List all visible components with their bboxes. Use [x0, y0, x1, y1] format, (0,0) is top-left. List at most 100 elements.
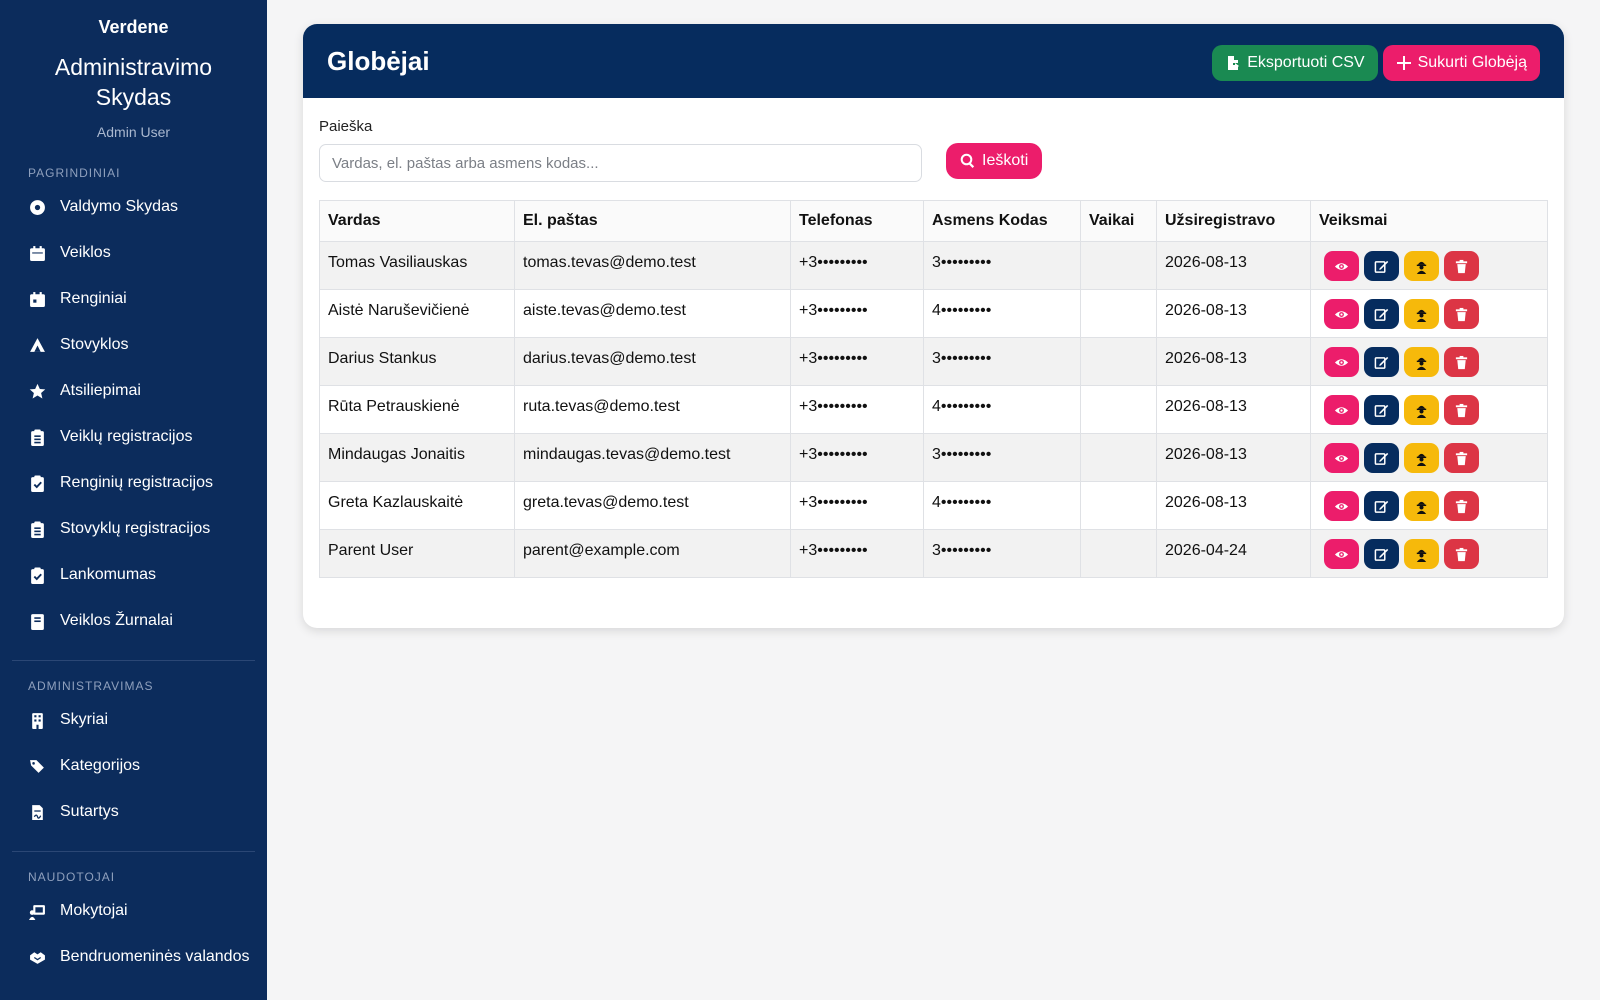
cell-personal-code: 3••••••••• — [923, 241, 1081, 290]
page-title: Globėjai — [327, 45, 430, 76]
cell-name: Parent User — [319, 529, 515, 578]
cell-phone: +3••••••••• — [790, 241, 924, 290]
column-header-registered[interactable]: Užsiregistravo — [1156, 200, 1311, 242]
sidebar-item-veiklos-zurnalai[interactable]: Veiklos Žurnalai — [0, 598, 267, 644]
cell-children — [1080, 481, 1157, 530]
column-header-children[interactable]: Vaikai — [1080, 200, 1157, 242]
sidebar-item-label: Skyriai — [60, 711, 109, 728]
sidebar-item-renginiai[interactable]: Renginiai — [0, 276, 267, 322]
sidebar-item-atsiliepimai[interactable]: Atsiliepimai — [0, 368, 267, 414]
sidebar-item-kategorijos[interactable]: Kategorijos — [0, 743, 267, 789]
user-secret-icon — [1416, 309, 1427, 322]
delete-button[interactable] — [1444, 299, 1479, 329]
user-secret-button[interactable] — [1404, 251, 1439, 281]
cell-email: tomas.tevas@demo.test — [514, 241, 791, 290]
column-header-phone[interactable]: Telefonas — [790, 200, 924, 242]
view-button[interactable] — [1324, 395, 1359, 425]
sidebar-item-veiklu-registracijos[interactable]: Veiklų registracijos — [0, 414, 267, 460]
trash-icon — [1455, 307, 1468, 321]
delete-button[interactable] — [1444, 491, 1479, 521]
edit-button[interactable] — [1364, 299, 1399, 329]
cell-phone: +3••••••••• — [790, 529, 924, 578]
sidebar-item-valdymo-skydas[interactable]: Valdymo Skydas — [0, 184, 267, 230]
create-guardian-button[interactable]: Sukurti Globėją — [1382, 45, 1540, 81]
sidebar-item-mokytojai[interactable]: Mokytojai — [0, 888, 267, 934]
header-actions: Eksportuoti CSV Sukurti Globėją — [1212, 45, 1540, 81]
delete-button[interactable] — [1444, 395, 1479, 425]
view-button[interactable] — [1324, 251, 1359, 281]
column-header-personal-code[interactable]: Asmens Kodas — [923, 200, 1081, 242]
brand-logo[interactable]: Verdene — [0, 0, 267, 38]
user-secret-button[interactable] — [1404, 395, 1439, 425]
delete-button[interactable] — [1444, 347, 1479, 377]
sidebar-item-stovyklu-registracijos[interactable]: Stovyklų registracijos — [0, 506, 267, 552]
view-button[interactable] — [1324, 347, 1359, 377]
column-header-name[interactable]: Vardas — [319, 200, 515, 242]
sidebar-item-renginiu-registracijos[interactable]: Renginių registracijos — [0, 460, 267, 506]
view-button[interactable] — [1324, 539, 1359, 569]
sidebar-item-sutartys[interactable]: Sutartys — [0, 789, 267, 835]
sidebar-section-label: PAGRINDINIAI — [28, 166, 121, 180]
eye-icon — [1334, 310, 1349, 318]
user-secret-button[interactable] — [1404, 299, 1439, 329]
sidebar-item-bendruomenines-valandos[interactable]: Bendruomeninės valandos — [0, 934, 267, 980]
cell-actions — [1310, 241, 1548, 290]
table-row: Rūta Petrauskienė ruta.tevas@demo.test +3•… — [319, 385, 1548, 434]
cell-registered: 2026-08-13 — [1156, 337, 1311, 386]
trash-icon — [1455, 355, 1468, 369]
card-header: Globėjai Eksportuoti CSV Sukurti Globėją — [303, 24, 1564, 98]
user-secret-button[interactable] — [1404, 443, 1439, 473]
delete-button[interactable] — [1444, 443, 1479, 473]
cell-actions — [1310, 385, 1548, 434]
sidebar-item-label: Veiklų registracijos — [60, 428, 193, 445]
table-row: Mindaugas Jonaitis mindaugas.tevas@demo.t… — [319, 433, 1548, 482]
cell-registered: 2026-04-24 — [1156, 529, 1311, 578]
delete-button[interactable] — [1444, 251, 1479, 281]
column-header-email[interactable]: El. paštas — [514, 200, 791, 242]
eye-icon — [1334, 262, 1349, 270]
edit-button[interactable] — [1364, 539, 1399, 569]
edit-button[interactable] — [1364, 251, 1399, 281]
user-secret-icon — [1416, 405, 1427, 418]
user-secret-button[interactable] — [1404, 347, 1439, 377]
guardians-card: Globėjai Eksportuoti CSV Sukurti Globėją… — [303, 24, 1564, 628]
trash-icon — [1455, 403, 1468, 417]
cell-personal-code: 3••••••••• — [923, 337, 1081, 386]
cell-name: Greta Kazlauskaitė — [319, 481, 515, 530]
user-secret-button[interactable] — [1404, 539, 1439, 569]
sidebar-item-veiklos[interactable]: Veiklos — [0, 230, 267, 276]
search-button[interactable]: Ieškoti — [946, 143, 1043, 179]
cell-registered: 2026-08-13 — [1156, 241, 1311, 290]
view-button[interactable] — [1324, 491, 1359, 521]
view-button[interactable] — [1324, 299, 1359, 329]
sidebar-divider — [12, 851, 255, 852]
sidebar-item-stovyklos[interactable]: Stovyklos — [0, 322, 267, 368]
export-csv-label: Eksportuoti CSV — [1247, 54, 1365, 71]
sidebar-item-label: Stovyklų registracijos — [60, 520, 211, 537]
cell-children — [1080, 337, 1157, 386]
delete-button[interactable] — [1444, 539, 1479, 569]
export-csv-button[interactable]: Eksportuoti CSV — [1212, 45, 1378, 81]
edit-button[interactable] — [1364, 395, 1399, 425]
user-secret-button[interactable] — [1404, 491, 1439, 521]
sidebar-item-label: Bendruomeninės valandos — [60, 948, 250, 965]
edit-button[interactable] — [1364, 491, 1399, 521]
edit-button[interactable] — [1364, 347, 1399, 377]
calendar-day-icon — [28, 290, 46, 308]
sidebar-item-label: Kategorijos — [60, 757, 141, 774]
table-row: Darius Stankus darius.tevas@demo.test +3••… — [319, 337, 1548, 386]
edit-button[interactable] — [1364, 443, 1399, 473]
sidebar-section-label: ADMINISTRAVIMAS — [28, 679, 154, 693]
search-input[interactable] — [319, 144, 922, 182]
create-guardian-label: Sukurti Globėją — [1417, 54, 1527, 71]
sidebar-item-label: Mokytojai — [60, 902, 128, 919]
view-button[interactable] — [1324, 443, 1359, 473]
cell-name: Tomas Vasiliauskas — [319, 241, 515, 290]
sidebar-item-skyriai[interactable]: Skyriai — [0, 697, 267, 743]
sidebar-divider — [12, 660, 255, 661]
sidebar-item-lankomumas[interactable]: Lankomumas — [0, 552, 267, 598]
clipboard-check-icon — [28, 474, 46, 492]
cell-phone: +3••••••••• — [790, 337, 924, 386]
cell-personal-code: 3••••••••• — [923, 529, 1081, 578]
sidebar-nav: PAGRINDINIAI Valdymo Skydas Veiklos Rengini… — [0, 166, 267, 980]
